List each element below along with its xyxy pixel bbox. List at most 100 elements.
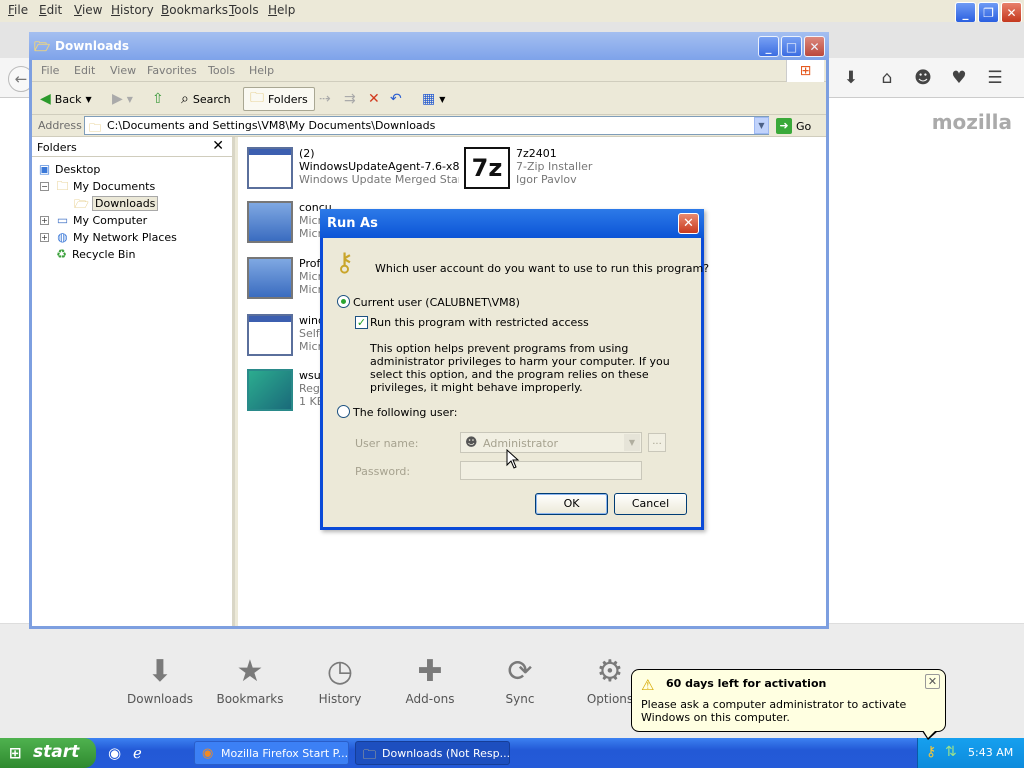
download-icon[interactable]: ⬇: [840, 68, 862, 88]
restricted-access-checkbox[interactable]: ✓: [355, 316, 368, 329]
folders-pane: Folders ✕ ▣ Desktop − 🗀 My Documents 🗁 Downlo…: [32, 137, 235, 626]
firefox-menu-bookmarks[interactable]: Bookmarks: [161, 3, 228, 17]
back-button[interactable]: ◀ Back ▼: [40, 87, 92, 111]
user-name-label: User name:: [355, 437, 419, 450]
network-icon: ◍: [57, 230, 68, 244]
mouse-cursor-icon: [506, 449, 520, 469]
explorer-menu-edit[interactable]: Edit: [74, 64, 95, 77]
back-label: Back: [54, 92, 82, 106]
show-desktop-icon[interactable]: ◉: [108, 744, 121, 762]
restricted-access-label[interactable]: Run this program with restricted access: [370, 316, 589, 329]
tree-item-downloads[interactable]: 🗁 Downloads: [74, 196, 159, 211]
views-button[interactable]: ▦ ▼: [422, 87, 445, 111]
firefox-menu-file[interactable]: File: [8, 3, 28, 17]
activation-balloon[interactable]: ⚠ 60 days left for activation Please ask…: [631, 669, 946, 732]
close-icon[interactable]: ✕: [212, 138, 224, 154]
launcher-history[interactable]: ◷ History: [300, 652, 380, 706]
up-folder-button[interactable]: ⇧: [152, 87, 164, 111]
tree-label: Downloads: [92, 196, 159, 211]
network-status-icon[interactable]: ⇅: [945, 744, 957, 760]
current-user-label[interactable]: Current user (CALUBNET\VM8): [353, 296, 520, 309]
task-downloads[interactable]: 🗀 Downloads (Not Resp...: [355, 741, 510, 765]
current-user-radio[interactable]: [337, 295, 350, 308]
password-field[interactable]: [460, 461, 642, 480]
delete-button[interactable]: ✕: [368, 87, 380, 111]
file-item[interactable]: (2) WindowsUpdateAgent-7.6-x86 Windows U…: [245, 145, 460, 195]
firefox-minimize-button[interactable]: _: [955, 2, 976, 23]
hamburger-menu-icon[interactable]: ☰: [984, 68, 1006, 88]
firefox-restore-button[interactable]: ❐: [978, 2, 999, 23]
file-item[interactable]: 7z 7z2401 7-Zip Installer Igor Pavlov: [462, 145, 677, 195]
user-name-combobox[interactable]: ☻ Administrator ▼: [460, 432, 642, 453]
sync-icon: ⟳: [507, 654, 533, 689]
go-button[interactable]: ➜ Go: [776, 118, 811, 134]
tree-label: Desktop: [55, 162, 101, 176]
smiley-icon[interactable]: ☻: [912, 68, 934, 88]
tree-item-recycle-bin[interactable]: ♻ Recycle Bin: [54, 247, 135, 261]
collapse-icon[interactable]: −: [40, 181, 49, 191]
recycle-bin-icon: ♻: [56, 247, 67, 261]
tree-item-my-network-places[interactable]: + ◍ My Network Places: [40, 230, 177, 244]
search-button[interactable]: ⌕ Search: [181, 87, 231, 111]
launcher-bookmarks[interactable]: ★ Bookmarks: [210, 652, 290, 706]
start-button[interactable]: ⊞ start: [0, 738, 96, 768]
explorer-toolbar: ◀ Back ▼ ▶ ▼ ⇧ ⌕ Search 🗀 Folders ⇢ ⇉ ✕ ↶ ▦ ▼: [32, 82, 826, 115]
undo-button[interactable]: ↶: [390, 87, 402, 111]
firefox-menu-help[interactable]: Help: [268, 3, 295, 17]
move-to-icon: ⇢: [319, 91, 331, 107]
chevron-down-icon[interactable]: ▼: [624, 434, 640, 451]
clock[interactable]: 5:43 AM: [968, 746, 1013, 759]
following-user-label[interactable]: The following user:: [353, 406, 457, 419]
expand-icon[interactable]: +: [40, 232, 49, 242]
file-name: 7z2401: [516, 147, 557, 160]
activation-keys-icon[interactable]: ⚷: [926, 744, 936, 760]
forward-arrow-icon: ▶: [112, 91, 123, 107]
copy-to-button[interactable]: ⇉: [344, 87, 356, 111]
internet-explorer-icon[interactable]: ℯ: [133, 744, 142, 762]
home-icon[interactable]: ⌂: [876, 68, 898, 88]
ok-button[interactable]: OK: [535, 493, 608, 515]
tree-item-my-computer[interactable]: + ▭ My Computer: [40, 213, 147, 227]
launcher-sync[interactable]: ⟳ Sync: [480, 652, 560, 706]
run-as-titlebar[interactable]: Run As ✕: [320, 209, 704, 238]
address-input[interactable]: C:\Documents and Settings\VM8\My Documen…: [84, 116, 769, 135]
explorer-maximize-button[interactable]: □: [781, 36, 802, 57]
following-user-radio[interactable]: [337, 405, 350, 418]
chevron-down-icon: ▼: [85, 94, 92, 104]
launcher-addons[interactable]: ✚ Add-ons: [390, 652, 470, 706]
tree-label: My Network Places: [73, 230, 177, 244]
cancel-button[interactable]: Cancel: [614, 493, 687, 515]
explorer-menu-tools[interactable]: Tools: [208, 64, 235, 77]
folder-icon: 🗀: [250, 90, 264, 106]
firefox-menu-edit[interactable]: Edit: [39, 3, 62, 17]
explorer-menu-file[interactable]: File: [41, 64, 59, 77]
browse-users-button[interactable]: ...: [648, 433, 666, 452]
explorer-menu-view[interactable]: View: [110, 64, 136, 77]
tree-item-my-documents[interactable]: − 🗀 My Documents: [40, 179, 155, 193]
firefox-menu-history[interactable]: History: [111, 3, 154, 17]
explorer-minimize-button[interactable]: _: [758, 36, 779, 57]
firefox-close-button[interactable]: ✕: [1001, 2, 1022, 23]
folders-button[interactable]: 🗀 Folders: [243, 87, 315, 111]
move-to-button[interactable]: ⇢: [319, 87, 331, 111]
file-company: Igor Pavlov: [516, 173, 577, 186]
firefox-menu-tools[interactable]: Tools: [229, 3, 259, 17]
taskbar: ⊞ start ◉ ℯ ◉ Mozilla Firefox Start P...…: [0, 738, 1024, 768]
close-icon[interactable]: ✕: [925, 674, 940, 689]
explorer-menu-help[interactable]: Help: [249, 64, 274, 77]
pocket-icon[interactable]: ♥: [948, 68, 970, 88]
tree-item-desktop[interactable]: ▣ Desktop: [37, 162, 101, 176]
folders-pane-title: Folders: [37, 141, 77, 154]
task-firefox[interactable]: ◉ Mozilla Firefox Start P...: [194, 741, 349, 765]
search-label: Search: [192, 92, 231, 106]
expand-icon[interactable]: +: [40, 215, 49, 225]
views-icon: ▦: [422, 91, 436, 107]
run-as-close-button[interactable]: ✕: [678, 213, 699, 234]
explorer-titlebar[interactable]: 🗁 Downloads _ □ ✕: [29, 32, 829, 60]
address-dropdown-icon[interactable]: ▼: [754, 117, 769, 134]
explorer-close-button[interactable]: ✕: [804, 36, 825, 57]
explorer-menu-favorites[interactable]: Favorites: [147, 64, 197, 77]
firefox-menu-view[interactable]: View: [74, 3, 102, 17]
forward-button[interactable]: ▶ ▼: [112, 87, 133, 111]
launcher-downloads[interactable]: ⬇ Downloads: [120, 652, 200, 706]
